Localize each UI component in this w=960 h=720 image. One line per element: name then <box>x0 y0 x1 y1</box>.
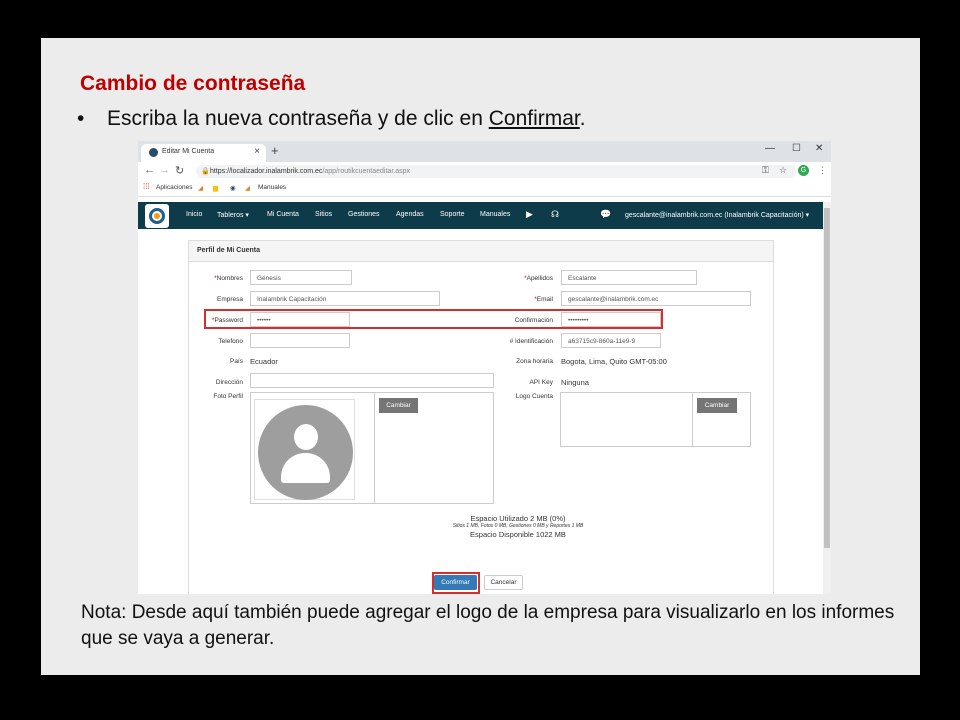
panel-header: Perfil de Mi Cuenta <box>189 241 773 262</box>
video-icon[interactable]: ▶ <box>526 209 533 220</box>
label-apellidos: *Apellidos <box>524 275 553 282</box>
label-foto-perfil: Foto Perfil <box>213 393 243 400</box>
zona-horaria-value[interactable]: Bogota, Lima, Quito GMT-05:00 <box>561 357 667 366</box>
foto-divider <box>374 392 375 504</box>
nav-manuales[interactable]: Manuales <box>480 211 510 218</box>
slide-title: Cambio de contraseña <box>80 72 306 95</box>
space-detail: Sitios 1 MB, Fotos 0 MB, Gestiones 0 MB … <box>452 523 584 529</box>
forward-icon[interactable]: → <box>159 164 170 176</box>
label-email: *Email <box>534 296 553 303</box>
label-telefono: Telefono <box>218 338 243 345</box>
nav-soporte[interactable]: Soporte <box>440 211 465 218</box>
user-menu[interactable]: gescalante@inalambrik.com.ec (Inalambrik… <box>625 211 809 219</box>
headset-icon[interactable]: ☊ <box>551 209 559 220</box>
api-key-value: Ninguna <box>561 378 589 387</box>
scrollbar-thumb[interactable] <box>824 208 830 548</box>
telefono-field[interactable] <box>250 333 350 348</box>
bullet-text: Escriba la nueva contraseña y de clic en <box>107 107 489 130</box>
minimize-icon[interactable]: — <box>765 143 775 154</box>
cancelar-button[interactable]: Cancelar <box>484 575 523 590</box>
bookmark-orange-icon[interactable]: ◢ <box>198 184 203 192</box>
back-icon[interactable]: ← <box>144 164 155 176</box>
url-path: /app/routikcuentaeditar.aspx <box>322 168 410 175</box>
direccion-field[interactable] <box>250 373 494 388</box>
nav-sitios[interactable]: Sitios <box>315 211 332 218</box>
profile-photo <box>254 399 355 500</box>
label-identificacion: # Identificación <box>509 338 553 345</box>
nav-inicio[interactable]: Inicio <box>186 211 202 218</box>
tab-close-icon[interactable]: × <box>254 146 260 157</box>
new-tab-button[interactable]: + <box>271 143 279 158</box>
nav-mi-cuenta[interactable]: Mi Cuenta <box>267 211 299 218</box>
apps-grid-icon[interactable]: ⁞⁞⁞ <box>143 182 150 191</box>
label-direccion: Dirección <box>215 379 243 386</box>
nombres-field[interactable]: Génesis <box>250 270 352 285</box>
cambiar-foto-button[interactable]: Cambiar <box>379 398 418 413</box>
confirmar-button[interactable]: Confirmar <box>434 575 477 590</box>
profile-avatar[interactable]: G <box>798 165 809 176</box>
app-navbar: Inicio Tableros ▾ Mi Cuenta Sitios Gesti… <box>138 202 823 229</box>
bookmark-globe-icon[interactable]: ◉ <box>230 184 236 192</box>
app-logo[interactable] <box>145 204 169 228</box>
password-highlight <box>204 309 663 329</box>
browser-screenshot: Editar Mi Cuenta × + — ☐ ✕ ← → ↻ 🔒 https… <box>138 141 831 594</box>
favicon-icon <box>149 148 158 157</box>
bullet-period: . <box>579 107 586 130</box>
empresa-field[interactable]: Inalambrik Capacitación <box>250 291 440 306</box>
label-pais: País <box>229 358 243 365</box>
menu-dots-icon[interactable]: ⋮ <box>818 165 827 176</box>
cambiar-logo-button[interactable]: Cambiar <box>697 398 737 413</box>
logo-divider <box>692 392 693 447</box>
email-field[interactable]: gescalante@inalambrik.com.ec <box>561 291 751 306</box>
reload-icon[interactable]: ↻ <box>175 164 184 177</box>
bookmark-aplicaciones[interactable]: Aplicaciones <box>156 184 193 191</box>
nav-agendas[interactable]: Agendas <box>396 211 424 218</box>
scrollbar[interactable] <box>823 202 831 594</box>
note-text: Nota: Desde aquí también puede agregar e… <box>81 602 895 649</box>
star-icon[interactable]: ☆ <box>779 165 787 176</box>
bookmarks-bar: ⁞⁞⁞ Aplicaciones ◢ ▆ ◉ ◢ Manuales <box>138 180 831 197</box>
apellidos-field[interactable]: Escalante <box>561 270 697 285</box>
nav-gestiones[interactable]: Gestiones <box>348 211 380 218</box>
address-bar: ← → ↻ 🔒 https://localizador.inalambrik.c… <box>138 162 831 180</box>
space-available: Espacio Disponible 1022 MB <box>470 530 566 539</box>
maximize-icon[interactable]: ☐ <box>792 143 801 154</box>
bookmark-manuales[interactable]: Manuales <box>258 184 286 191</box>
browser-tab[interactable]: Editar Mi Cuenta × <box>141 144 266 162</box>
label-empresa: Empresa <box>216 296 243 303</box>
user-placeholder-icon <box>258 405 353 500</box>
bullet-confirm-link: Confirmar <box>488 107 580 130</box>
close-window-icon[interactable]: ✕ <box>815 143 823 154</box>
instruction-bullet: • Escriba la nueva contraseña y de clic e… <box>77 107 586 131</box>
key-icon[interactable]: ⚿ <box>762 165 769 176</box>
identificacion-field[interactable]: a63715c9-860a-11e9-9 <box>561 333 661 348</box>
panel-title: Perfil de Mi Cuenta <box>197 247 261 254</box>
url-field[interactable]: 🔒 https://localizador.inalambrik.com.ec/… <box>196 165 796 178</box>
label-api-key: API Key <box>529 379 553 386</box>
label-logo-cuenta: Logo Cuenta <box>515 393 553 400</box>
logo-core-icon <box>154 213 160 219</box>
chat-icon[interactable]: 💬 <box>600 209 611 220</box>
tab-bar: Editar Mi Cuenta × + — ☐ ✕ <box>138 141 831 162</box>
nav-tableros[interactable]: Tableros ▾ <box>217 211 249 219</box>
bookmark-yellow-icon[interactable]: ▆ <box>213 184 218 192</box>
space-used: Espacio Utilizado 2 MB (0%) <box>470 514 566 523</box>
bullet-dot: • <box>77 107 85 130</box>
pais-value[interactable]: Ecuador <box>250 357 278 366</box>
tab-title: Editar Mi Cuenta <box>162 148 215 155</box>
label-zona-horaria: Zona horaria <box>516 358 553 365</box>
lock-icon: 🔒 <box>201 168 210 175</box>
url-host: https://localizador.inalambrik.com.ec <box>210 168 323 175</box>
label-nombres: *Nombres <box>214 275 243 282</box>
bookmark-manuales-icon: ◢ <box>245 185 250 192</box>
